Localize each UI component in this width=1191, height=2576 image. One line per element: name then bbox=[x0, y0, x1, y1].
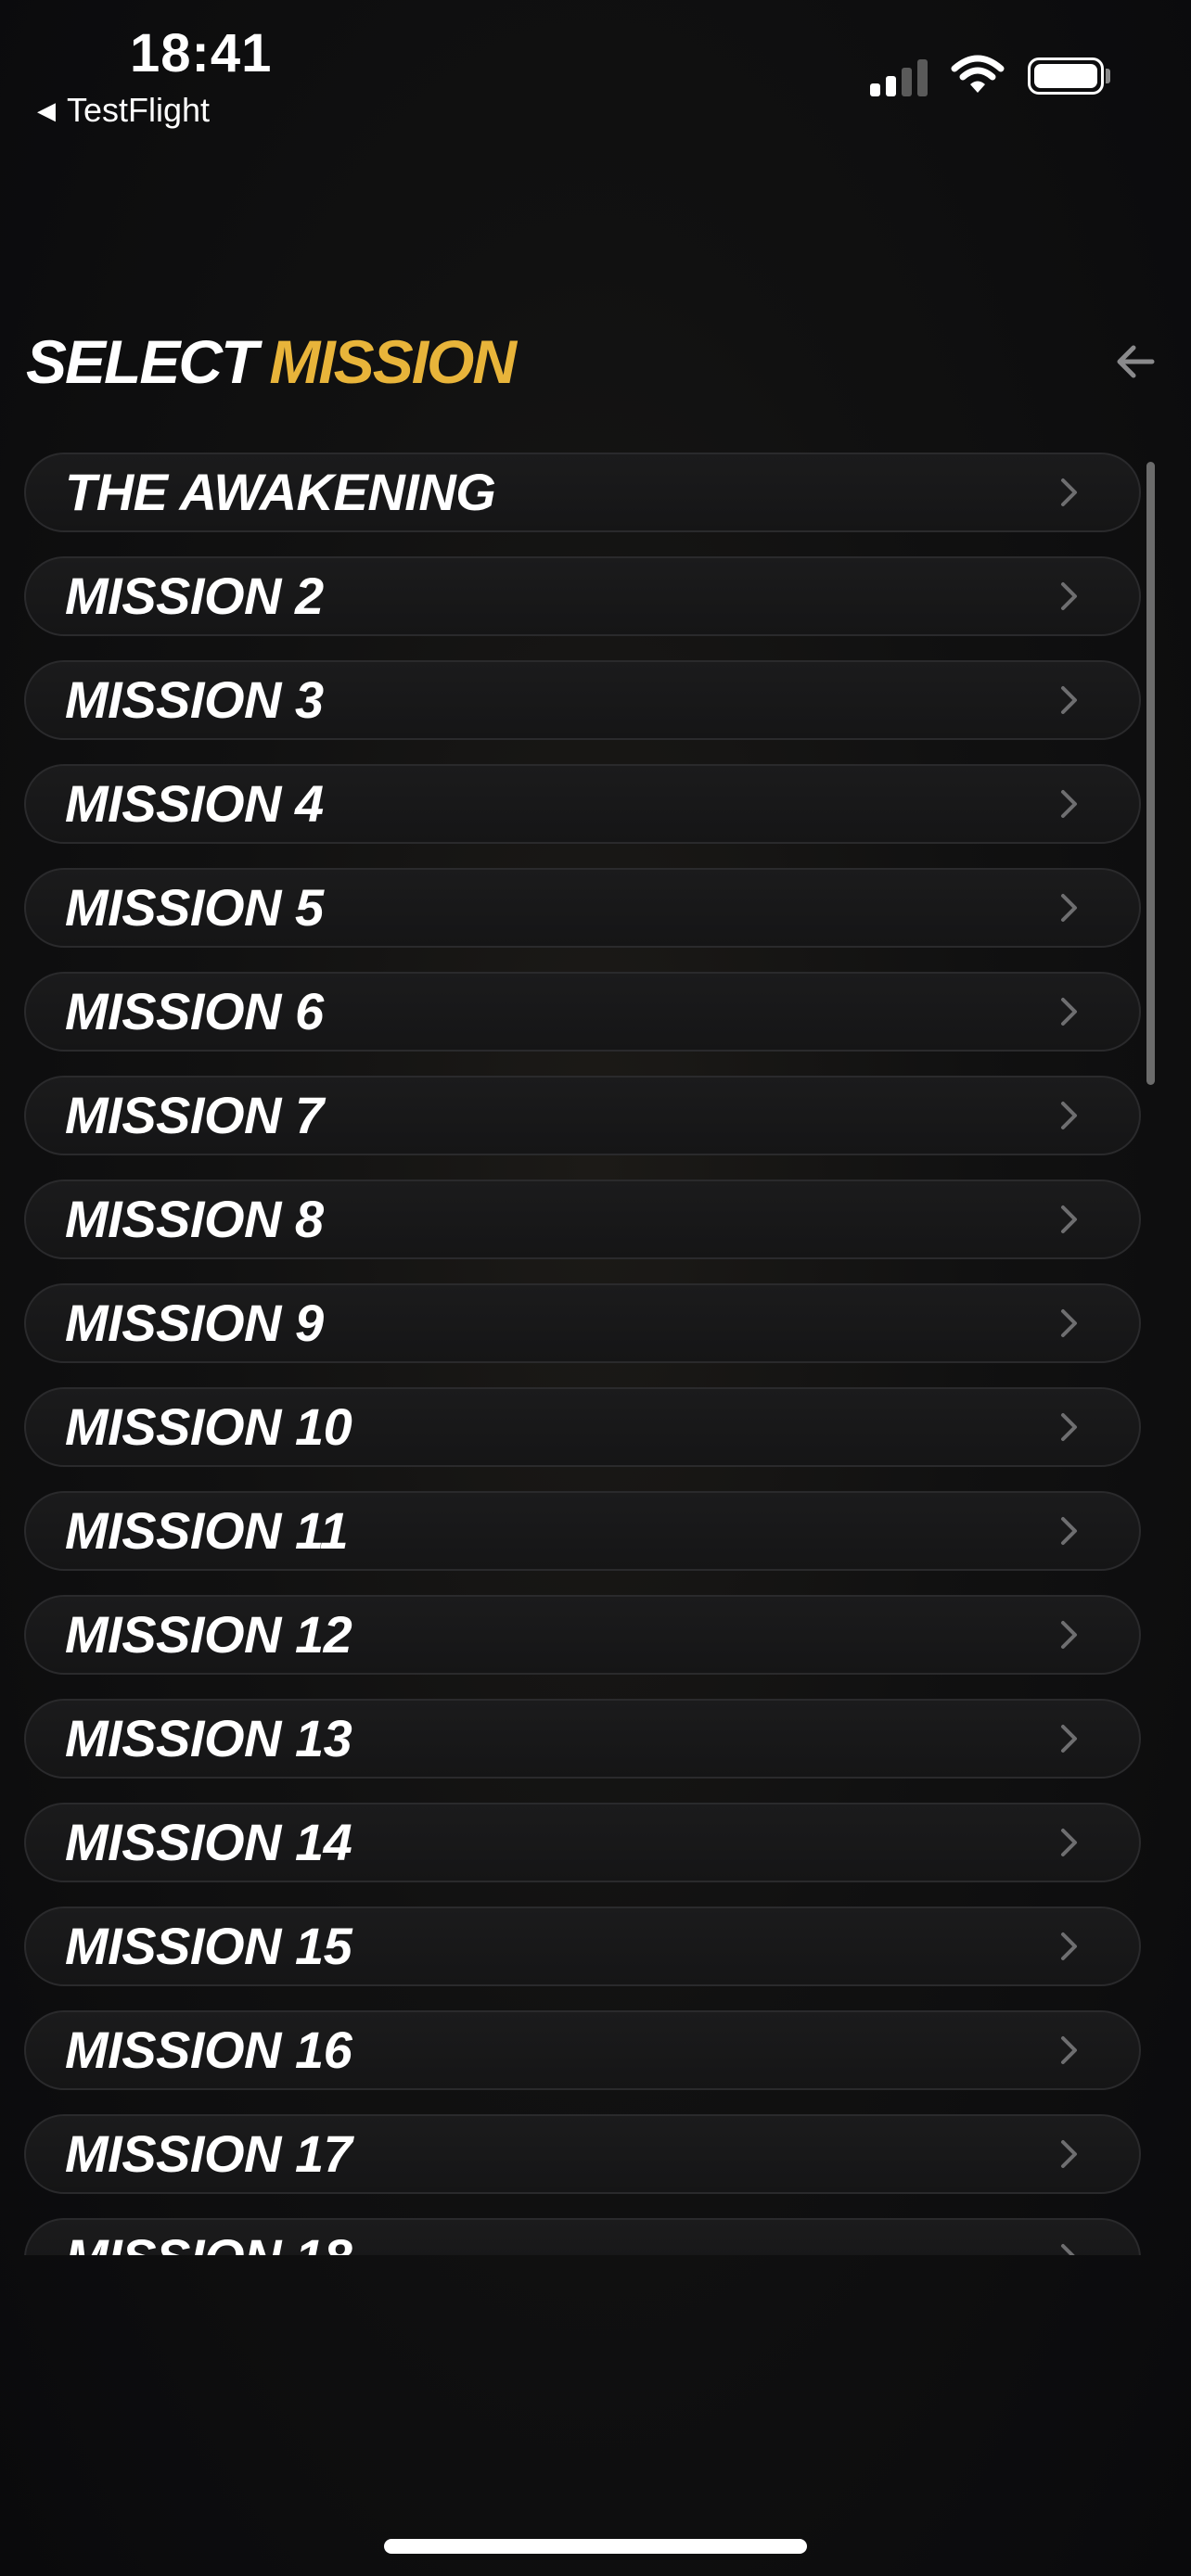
chevron-right-icon bbox=[1061, 1309, 1077, 1337]
mission-label: MISSION 4 bbox=[65, 774, 324, 833]
mission-row[interactable]: MISSION 9 bbox=[24, 1283, 1141, 1363]
chevron-right-icon bbox=[1061, 998, 1077, 1026]
mission-row[interactable]: MISSION 4 bbox=[24, 764, 1141, 844]
chevron-right-icon bbox=[1061, 1932, 1077, 1960]
mission-row[interactable]: MISSION 5 bbox=[24, 868, 1141, 948]
mission-label: MISSION 16 bbox=[65, 2021, 352, 2079]
chevron-right-icon bbox=[1061, 2140, 1077, 2168]
mission-row[interactable]: MISSION 13 bbox=[24, 1699, 1141, 1779]
mission-row[interactable]: MISSION 3 bbox=[24, 660, 1141, 740]
chevron-right-icon bbox=[1061, 686, 1077, 714]
mission-label: MISSION 18 bbox=[65, 2220, 352, 2255]
mission-label: MISSION 17 bbox=[65, 2124, 352, 2183]
mission-label: MISSION 11 bbox=[65, 1501, 349, 1560]
status-bar: 18:41 ◀ TestFlight bbox=[0, 0, 1191, 148]
scrollbar[interactable] bbox=[1146, 462, 1155, 1085]
mission-row[interactable]: MISSION 10 bbox=[24, 1387, 1141, 1467]
chevron-right-icon bbox=[1061, 790, 1077, 818]
mission-list[interactable]: THE AWAKENING MISSION 2 MISSION 3 MISSION 4… bbox=[0, 445, 1191, 2255]
mission-label: MISSION 9 bbox=[65, 1294, 324, 1352]
mission-label: MISSION 12 bbox=[65, 1605, 352, 1664]
page-header: SELECT MISSION bbox=[26, 325, 1165, 399]
mission-label: MISSION 15 bbox=[65, 1917, 352, 1975]
mission-label: MISSION 14 bbox=[65, 1813, 352, 1871]
mission-row[interactable]: THE AWAKENING bbox=[24, 453, 1141, 532]
chevron-right-icon bbox=[1061, 894, 1077, 922]
chevron-right-icon bbox=[1061, 2244, 1075, 2255]
chevron-right-icon bbox=[1061, 582, 1077, 610]
mission-row[interactable]: MISSION 8 bbox=[24, 1180, 1141, 1259]
wifi-icon bbox=[951, 55, 1005, 93]
back-to-app-button[interactable]: ◀ TestFlight bbox=[37, 91, 210, 130]
mission-row[interactable]: MISSION 11 bbox=[24, 1491, 1141, 1571]
chevron-right-icon bbox=[1061, 1829, 1077, 1856]
chevron-right-icon bbox=[1061, 1517, 1077, 1545]
chevron-right-icon bbox=[1061, 1102, 1077, 1129]
mission-list-items: THE AWAKENING MISSION 2 MISSION 3 MISSION 4… bbox=[24, 453, 1141, 2255]
status-time: 18:41 bbox=[130, 23, 273, 83]
chevron-right-icon bbox=[1061, 1205, 1077, 1233]
chevron-right-icon bbox=[1061, 1413, 1077, 1441]
mission-label: MISSION 2 bbox=[65, 567, 324, 625]
mission-row[interactable]: MISSION 15 bbox=[24, 1906, 1141, 1986]
mission-label: MISSION 8 bbox=[65, 1190, 324, 1248]
battery-cap bbox=[1106, 69, 1110, 83]
chevron-right-icon bbox=[1061, 478, 1077, 506]
mission-label: THE AWAKENING bbox=[65, 463, 496, 521]
chevron-right-icon bbox=[1061, 2036, 1077, 2064]
title-select: SELECT bbox=[26, 327, 258, 396]
mission-label: MISSION 7 bbox=[65, 1086, 324, 1144]
mission-label: MISSION 6 bbox=[65, 982, 324, 1040]
mission-row[interactable]: MISSION 14 bbox=[24, 1803, 1141, 1882]
mission-row[interactable]: MISSION 16 bbox=[24, 2010, 1141, 2090]
mission-label: MISSION 5 bbox=[65, 878, 324, 937]
battery-icon bbox=[1028, 57, 1104, 95]
title-mission: MISSION bbox=[269, 327, 517, 396]
mission-row[interactable]: MISSION 2 bbox=[24, 556, 1141, 636]
chevron-right-icon bbox=[1061, 1725, 1077, 1753]
mission-label: MISSION 10 bbox=[65, 1397, 352, 1456]
mission-row[interactable]: MISSION 6 bbox=[24, 972, 1141, 1052]
mission-label: MISSION 13 bbox=[65, 1709, 352, 1767]
back-caret-icon: ◀ bbox=[37, 96, 56, 124]
chevron-right-icon bbox=[1061, 1621, 1077, 1649]
mission-row[interactable]: MISSION 17 bbox=[24, 2114, 1141, 2194]
mission-row[interactable]: MISSION 12 bbox=[24, 1595, 1141, 1675]
back-arrow-icon[interactable] bbox=[1106, 332, 1165, 391]
home-indicator[interactable] bbox=[384, 2539, 807, 2554]
page-title: SELECT MISSION bbox=[26, 325, 1165, 399]
back-app-label: TestFlight bbox=[67, 91, 211, 129]
mission-label: MISSION 3 bbox=[65, 670, 324, 729]
mission-row[interactable]: MISSION 7 bbox=[24, 1076, 1141, 1155]
cellular-signal-icon bbox=[870, 57, 928, 96]
mission-row[interactable]: MISSION 18 bbox=[24, 2218, 1141, 2255]
